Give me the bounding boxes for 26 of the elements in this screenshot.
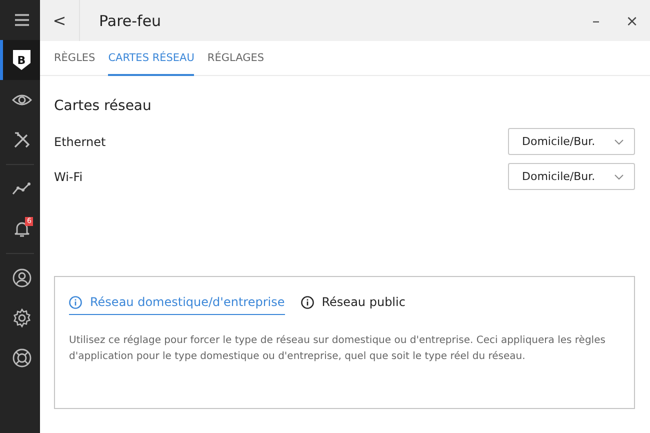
chevron-down-icon — [614, 138, 624, 144]
dropdown-value: Domicile/Bur. — [522, 170, 596, 183]
info-icon — [69, 296, 82, 308]
section-title: Cartes réseau — [54, 98, 152, 114]
sidebar-item[interactable]: B — [0, 40, 40, 80]
lifebuoy-icon — [12, 348, 32, 368]
user-icon — [12, 268, 32, 288]
info-icon — [300, 296, 314, 308]
network-type-dropdown[interactable]: Domicile/Bur. — [508, 128, 635, 155]
tab[interactable]: CARTES RÉSEAU — [108, 41, 194, 76]
adapter-name: Wi-Fi — [54, 170, 83, 184]
tab[interactable]: RÉGLAGES — [207, 41, 264, 76]
tab[interactable]: Réseau public — [300, 295, 406, 315]
dropdown-value: Domicile/Bur. — [522, 135, 596, 148]
description-text: Utilisez ce réglage pour forcer le type de réseau sur domestique ou d'entreprise. Ceci appliquera les règles d'application pour le type domestique ou d'entreprise, quel que soit le type réel du réseau. — [69, 334, 606, 364]
close-button[interactable]: × — [614, 0, 650, 41]
shield-icon: B — [12, 50, 30, 70]
tab[interactable]: RÈGLES — [54, 41, 96, 76]
network-type-dropdown[interactable]: Domicile/Bur. — [508, 163, 635, 190]
minimize-button[interactable]: – — [578, 0, 614, 41]
adapter-name: Ethernet — [54, 134, 106, 148]
window-title: Pare-feu — [99, 12, 162, 30]
tools-icon — [12, 130, 32, 150]
tab[interactable]: Réseau domestique/d'entreprise — [69, 295, 285, 315]
settings-icon — [12, 308, 32, 328]
chevron-down-icon — [614, 174, 624, 180]
